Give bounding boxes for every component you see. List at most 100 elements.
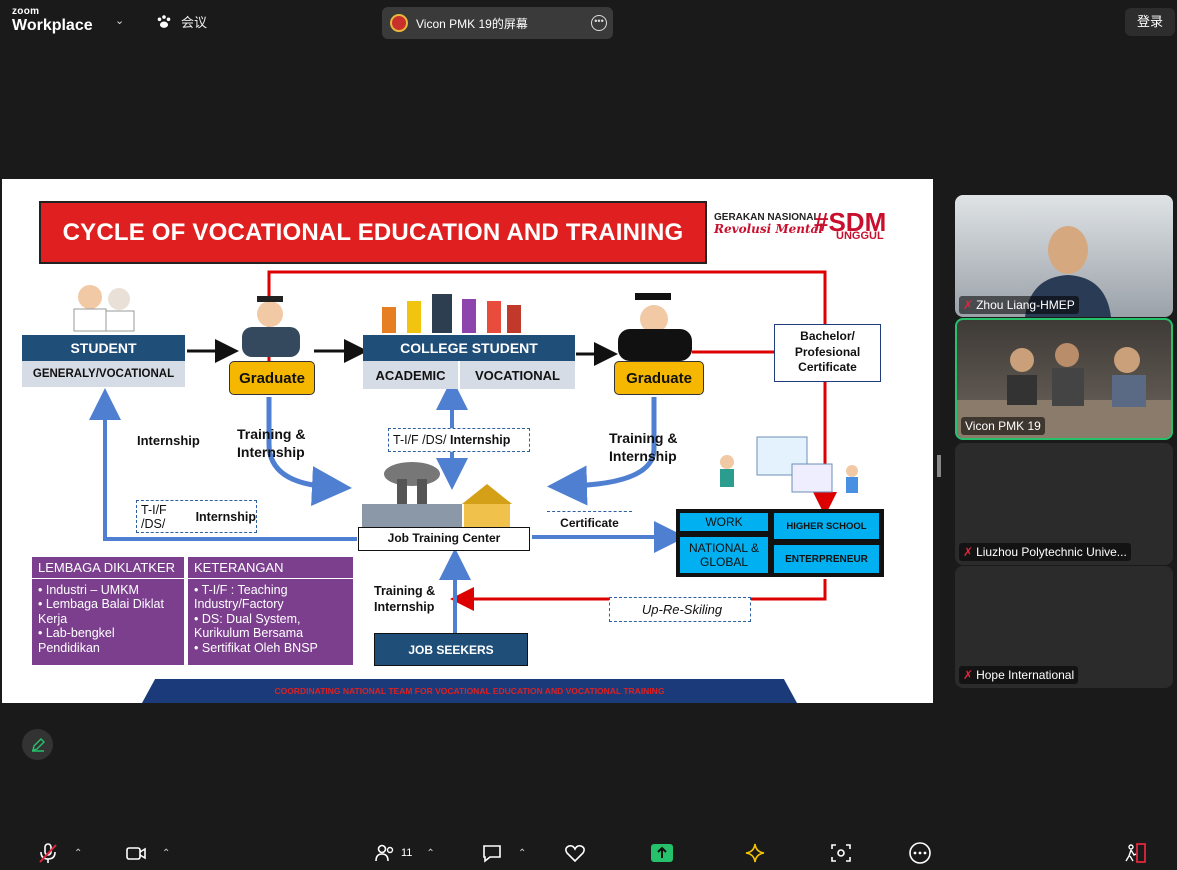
lembaga-item: Lembaga Balai Diklat Kerja [38,597,178,626]
job-training-center-box: Job Training Center [358,527,530,551]
graduate-illustration-2 [618,293,692,361]
pencil-icon [31,737,45,752]
participant-name-tag: ✗ Zhou Liang-HMEP [959,296,1079,314]
higher-school-box: HIGHER SCHOOL [772,511,881,541]
graduate-illustration-1 [242,296,300,357]
annotate-button[interactable] [22,729,53,760]
reactions-button[interactable] [563,842,587,864]
brand-workplace-text: Workplace [12,17,93,34]
tifds-box-2: T-I/F /DS/ Internship [136,500,257,533]
keterangan-item: T-I/F : Teaching Industry/Factory [194,583,347,612]
leave-button[interactable] [1123,842,1147,864]
job-seekers-box: JOB SEEKERS [374,633,528,666]
participant-name-tag: ✗ Liuzhou Polytechnic Unive... [959,543,1131,561]
keterangan-item: DS: Dual System, Kurikulum Bersama [194,612,347,641]
mute-button[interactable]: ⌃ [36,842,82,864]
participant-name: Hope International [976,668,1075,682]
entrepreneur-box: ENTERPRENEUR [772,543,881,575]
meeting-label: 会议 [181,15,208,30]
lembaga-item: Lab-bengkel Pendidikan [38,626,178,655]
heart-icon [565,845,585,863]
training-internship-label-1: Training & Internship [237,426,306,461]
paw-icon [157,14,171,28]
factory-illustration [362,462,512,529]
keterangan-box: KETERANGAN T-I/F : Teaching Industry/Fac… [188,557,353,665]
more-icon[interactable]: ••• [591,15,607,31]
participants-icon [375,844,394,862]
slide-title: CYCLE OF VOCATIONAL EDUCATION AND TRAINI… [39,201,707,264]
tifds-text-2: T-I/F /DS/ [141,502,167,531]
share-screen-icon [651,844,673,862]
participant-name-tag: Vicon PMK 19 [961,417,1045,435]
slide-footer: COORDINATING NATIONAL TEAM FOR VOCATIONA… [142,679,797,703]
more-icon [909,842,931,864]
up-reskilling-box: Up-Re-Skiling [609,597,751,622]
gerakan-nasional-logo: GERAKAN NASIONAL Revolusi Mental [714,212,823,236]
keterangan-list: T-I/F : Teaching Industry/Factory DS: Du… [188,579,353,659]
students-illustration [73,285,135,332]
mic-muted-icon: ✗ [963,298,974,312]
mic-muted-icon: ✗ [963,668,974,682]
share-title: Vicon PMK 19的屏幕 [416,16,528,31]
logo-line2: Revolusi Mental [714,222,823,236]
logo-tag-sub: UNGGUL [836,230,884,242]
lembaga-box: LEMBAGA DIKLATKER Industri – UMKM Lembag… [32,557,184,665]
login-button[interactable]: 登录 [1125,8,1175,36]
graduate-badge-2: Graduate [614,361,704,395]
video-tile-zhou-liang[interactable]: ✗ Zhou Liang-HMEP [955,195,1173,317]
leave-icon [1125,843,1146,863]
chevron-up-icon[interactable]: ⌃ [426,848,434,859]
chevron-up-icon[interactable]: ⌃ [74,848,82,859]
sparkle-icon [745,843,765,863]
academic-box: ACADEMIC [363,361,458,389]
brand-zoom-text: zoom [12,6,40,17]
more-button[interactable] [908,842,932,864]
sdm-unggul-logo: #SDM UNGGUL [814,209,886,242]
meeting-menu[interactable]: 会议 [155,12,207,31]
panel-resize-handle[interactable] [937,455,941,477]
student-sub-box: GENERALY/VOCATIONAL [22,361,185,387]
share-title-pill[interactable]: Vicon PMK 19的屏幕 ••• [382,7,613,39]
national-global-box: NATIONAL & GLOBAL [678,535,770,575]
workplace-illustration [720,436,858,493]
graduate-badge-1: Graduate [229,361,315,395]
top-bar: zoom Workplace ⌄ 会议 Vicon PMK 19的屏幕 ••• … [0,0,1177,44]
tifds-box-1: T-I/F /DS/ Internship [388,428,530,452]
participant-name-tag: ✗ Hope International [959,666,1079,684]
work-box: WORK [678,511,770,533]
college-illustration [382,294,521,333]
certificate-label: Certificate [547,511,632,532]
video-button[interactable]: ⌃ [124,842,170,864]
chevron-up-icon[interactable]: ⌃ [518,848,526,859]
share-screen-button[interactable] [650,842,674,864]
keterangan-title: KETERANGAN [188,557,353,579]
apps-button[interactable] [829,842,853,864]
ai-companion-button[interactable] [743,842,767,864]
tifds-internship-1: Internship [449,433,511,447]
chevron-up-icon[interactable]: ⌃ [162,848,170,859]
internship-label: Internship [137,433,200,448]
student-box: STUDENT [22,335,185,361]
participant-name: Zhou Liang-HMEP [976,298,1075,312]
zoom-window: zoom Workplace ⌄ 会议 Vicon PMK 19的屏幕 ••• … [0,0,1177,870]
training-internship-label-2: Training & Internship [609,430,678,465]
video-tile-hope-international[interactable]: ✗ Hope International [955,566,1173,688]
participants-button[interactable]: 11 ⌃ [373,842,435,864]
lembaga-title: LEMBAGA DIKLATKER [32,557,184,579]
lembaga-item: Industri – UMKM [38,583,178,597]
chat-button[interactable]: ⌃ [480,842,526,864]
video-tile-liuzhou[interactable]: ✗ Liuzhou Polytechnic Unive... [955,443,1173,565]
tifds-internship-2: Internship [195,509,256,524]
apps-icon [831,844,851,862]
meeting-toolbar: ⌃ ⌃ 11 ⌃ ⌃ [0,836,1177,870]
keterangan-item: Sertifikat Oleh BNSP [194,641,347,655]
mic-muted-icon: ✗ [963,545,974,559]
shared-screen: CYCLE OF VOCATIONAL EDUCATION AND TRAINI… [2,179,933,703]
chevron-down-icon[interactable]: ⌄ [115,14,124,27]
app-brand[interactable]: zoom Workplace [12,7,93,34]
video-tile-vicon-pmk[interactable]: Vicon PMK 19 [955,318,1173,440]
video-camera-icon [126,847,146,860]
bachelor-box: Bachelor/ Profesional Certificate [774,324,881,382]
tifds-text-1: T-I/F /DS/ [393,433,447,447]
participant-name: Liuzhou Polytechnic Unive... [976,545,1127,559]
